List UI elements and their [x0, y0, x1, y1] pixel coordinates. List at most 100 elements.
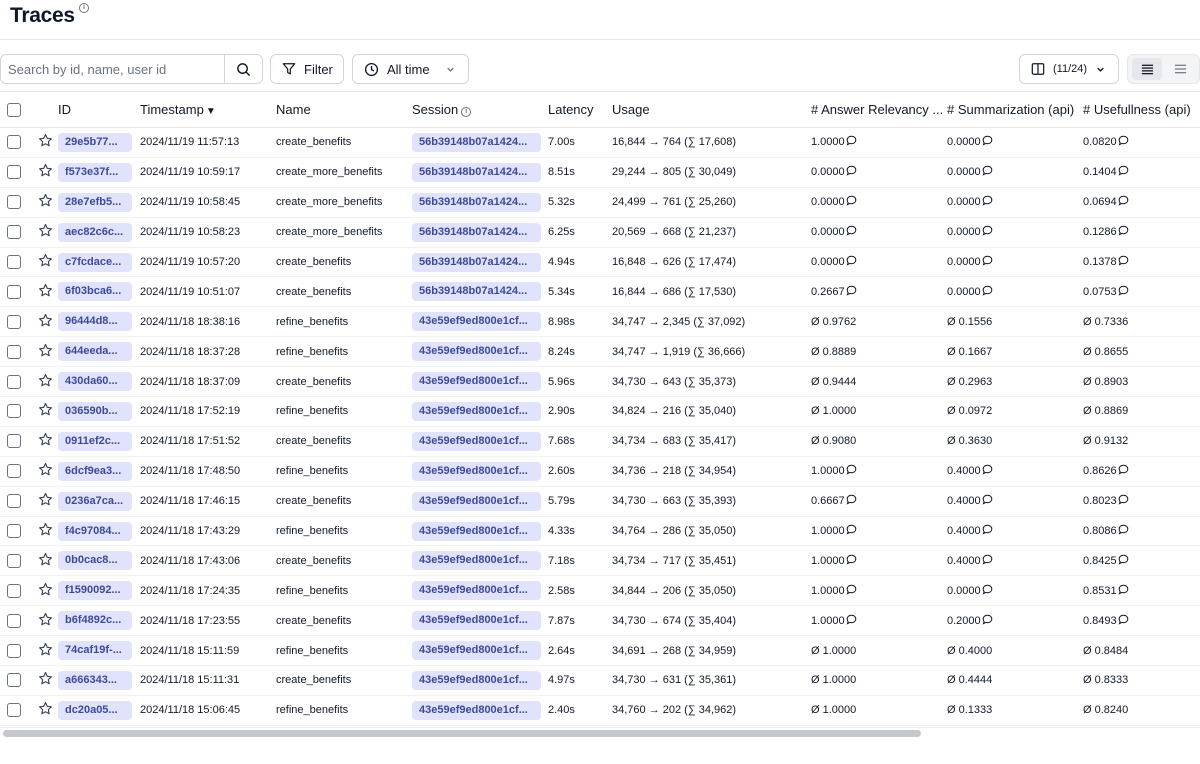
row-checkbox[interactable]	[7, 434, 21, 449]
table-row[interactable]: 430da60... 2024/11/18 18:37:09 create_bene…	[0, 366, 1200, 398]
comment-icon[interactable]	[1118, 195, 1129, 209]
header-timestamp[interactable]: Timestamp ▼	[140, 91, 276, 128]
row-checkbox[interactable]	[7, 524, 21, 539]
star-icon[interactable]	[38, 671, 53, 689]
session-link[interactable]: 43e59ef9ed800e1cf...	[412, 551, 541, 571]
star-icon[interactable]	[38, 373, 53, 391]
table-row[interactable]: 6dcf9ea3... 2024/11/18 17:48:50 refine_ben…	[0, 456, 1200, 487]
session-link[interactable]: 43e59ef9ed800e1cf...	[412, 641, 541, 661]
comment-icon[interactable]	[982, 225, 993, 239]
header-name[interactable]: Name	[276, 91, 412, 128]
star-icon[interactable]	[38, 492, 53, 510]
table-row[interactable]: dc20a05... 2024/11/18 15:06:45 refine_bene…	[0, 695, 1200, 726]
session-link[interactable]: 43e59ef9ed800e1cf...	[412, 401, 541, 421]
header-summarization[interactable]: # Summarization (api)	[947, 91, 1083, 128]
comment-icon[interactable]	[982, 584, 993, 598]
trace-id-link[interactable]: b6f4892c...	[58, 611, 132, 631]
table-row[interactable]: 0236a7ca... 2024/11/18 17:46:15 create_ben…	[0, 486, 1200, 517]
comment-icon[interactable]	[982, 494, 993, 508]
comment-icon[interactable]	[982, 554, 993, 568]
session-link[interactable]: 56b39148b07a1424...	[412, 192, 541, 212]
row-checkbox[interactable]	[7, 255, 21, 269]
session-link[interactable]: 43e59ef9ed800e1cf...	[412, 670, 541, 690]
star-icon[interactable]	[38, 163, 53, 181]
star-icon[interactable]	[38, 701, 53, 719]
search-input[interactable]	[1, 55, 224, 83]
table-row[interactable]: f4c97084... 2024/11/18 17:43:29 refine_ben…	[0, 516, 1200, 547]
row-checkbox[interactable]	[7, 553, 21, 568]
comment-icon[interactable]	[982, 285, 993, 299]
comment-icon[interactable]	[982, 195, 993, 209]
table-row[interactable]: f1590092... 2024/11/18 17:24:35 refine_ben…	[0, 575, 1200, 607]
info-icon[interactable]: i	[461, 107, 472, 117]
row-checkbox[interactable]	[7, 583, 21, 598]
row-checkbox[interactable]	[7, 464, 21, 479]
comment-icon[interactable]	[982, 135, 993, 149]
session-link[interactable]: 43e59ef9ed800e1cf...	[412, 521, 541, 541]
star-icon[interactable]	[38, 522, 53, 540]
comment-icon[interactable]	[846, 614, 857, 628]
row-checkbox[interactable]	[7, 643, 21, 658]
comment-icon[interactable]	[846, 285, 857, 299]
header-id[interactable]: ID	[58, 91, 140, 128]
table-row[interactable]: b6f4892c... 2024/11/18 17:23:55 create_ben…	[0, 605, 1200, 637]
info-icon[interactable]: i	[79, 3, 89, 13]
star-icon[interactable]	[38, 432, 53, 450]
row-checkbox[interactable]	[7, 195, 21, 210]
session-link[interactable]: 43e59ef9ed800e1cf...	[412, 581, 541, 601]
row-checkbox[interactable]	[7, 344, 21, 359]
table-row[interactable]: a666343... 2024/11/18 15:11:31 create_bene…	[0, 665, 1200, 696]
comment-icon[interactable]	[1118, 225, 1129, 239]
trace-id-link[interactable]: 74caf19f-...	[58, 641, 132, 661]
session-link[interactable]: 43e59ef9ed800e1cf...	[412, 491, 541, 511]
row-checkbox[interactable]	[7, 374, 21, 389]
trace-id-link[interactable]: 0b0cac8...	[58, 551, 132, 571]
filter-button[interactable]: Filter	[270, 54, 344, 84]
trace-id-link[interactable]: 644eeda...	[58, 342, 132, 362]
table-row[interactable]: 036590b... 2024/11/18 17:52:19 refine_bene…	[0, 396, 1200, 427]
comment-icon[interactable]	[846, 195, 857, 209]
session-link[interactable]: 56b39148b07a1424...	[412, 222, 541, 242]
row-checkbox[interactable]	[7, 404, 21, 419]
comment-icon[interactable]	[846, 494, 857, 508]
comment-icon[interactable]	[982, 524, 993, 538]
row-checkbox[interactable]	[7, 314, 21, 329]
table-row[interactable]: aec82c6c... 2024/11/19 10:58:23 create_mor…	[0, 217, 1200, 248]
table-row[interactable]: f573e37f... 2024/11/19 10:59:17 create_mor…	[0, 157, 1200, 188]
row-checkbox[interactable]	[7, 284, 21, 299]
header-session[interactable]: Session i	[412, 91, 548, 128]
session-link[interactable]: 56b39148b07a1424...	[412, 132, 541, 152]
star-icon[interactable]	[38, 313, 53, 331]
comment-icon[interactable]	[846, 135, 857, 149]
star-icon[interactable]	[38, 133, 53, 151]
comment-icon[interactable]	[1118, 165, 1129, 179]
trace-id-link[interactable]: a666343...	[58, 670, 132, 690]
star-icon[interactable]	[38, 612, 53, 630]
table-row[interactable]: 644eeda... 2024/11/18 18:37:28 refine_bene…	[0, 336, 1200, 368]
table-row[interactable]: 28e7efb5... 2024/11/19 10:58:45 create_mor…	[0, 187, 1200, 218]
session-link[interactable]: 43e59ef9ed800e1cf...	[412, 431, 541, 451]
table-row[interactable]: c7fcdace... 2024/11/19 10:57:20 create_ben…	[0, 247, 1200, 278]
time-range-select[interactable]: All time	[352, 54, 469, 84]
row-checkbox[interactable]	[7, 165, 21, 180]
star-icon[interactable]	[38, 193, 53, 211]
comment-icon[interactable]	[982, 255, 993, 269]
star-icon[interactable]	[38, 462, 53, 480]
comment-icon[interactable]	[1118, 285, 1129, 299]
comment-icon[interactable]	[846, 464, 857, 478]
horizontal-scrollbar[interactable]	[3, 730, 921, 737]
comment-icon[interactable]	[846, 554, 857, 568]
session-link[interactable]: 43e59ef9ed800e1cf...	[412, 461, 541, 481]
comment-icon[interactable]	[1118, 464, 1129, 478]
header-usage[interactable]: Usage	[612, 91, 811, 128]
session-link[interactable]: 43e59ef9ed800e1cf...	[412, 700, 541, 720]
trace-id-link[interactable]: f4c97084...	[58, 521, 132, 541]
search-button[interactable]	[224, 55, 262, 83]
table-row[interactable]: 6f03bca6... 2024/11/19 10:51:07 create_ben…	[0, 276, 1200, 308]
comment-icon[interactable]	[1118, 524, 1129, 538]
session-link[interactable]: 56b39148b07a1424...	[412, 252, 541, 272]
row-checkbox[interactable]	[7, 135, 21, 150]
table-row[interactable]: 74caf19f-... 2024/11/18 15:11:59 refine_be…	[0, 635, 1200, 667]
table-row[interactable]: 0911ef2c... 2024/11/18 17:51:52 create_ben…	[0, 426, 1200, 457]
comment-icon[interactable]	[1118, 614, 1129, 628]
